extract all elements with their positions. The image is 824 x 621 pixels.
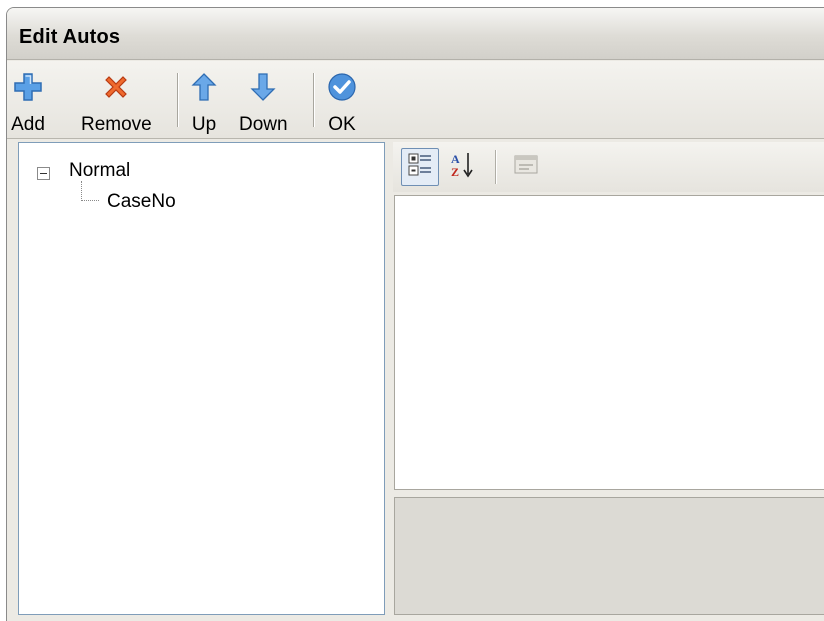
- down-button-label: Down: [239, 114, 288, 135]
- property-help-pane: [394, 497, 824, 615]
- up-button[interactable]: Up: [187, 71, 221, 135]
- check-icon: [325, 71, 359, 103]
- alphabetical-button[interactable]: A Z: [443, 148, 481, 186]
- property-pages-icon: [513, 153, 539, 182]
- add-icon: [11, 71, 45, 103]
- add-button[interactable]: Add: [11, 71, 45, 135]
- categorized-button[interactable]: [401, 148, 439, 186]
- window-title: Edit Autos: [19, 26, 121, 48]
- up-button-label: Up: [191, 114, 217, 135]
- remove-button[interactable]: Remove: [81, 71, 152, 135]
- property-grid-body[interactable]: [394, 195, 824, 490]
- tree-node-caseno[interactable]: CaseNo: [107, 191, 176, 213]
- remove-button-label: Remove: [81, 114, 152, 135]
- edit-autos-window: Edit Autos Add Remove Up Down OK Normal …: [6, 7, 824, 621]
- property-pages-button[interactable]: [507, 148, 545, 186]
- property-grid: A Z: [393, 142, 824, 615]
- down-arrow-icon: [246, 71, 280, 103]
- toolbar-separator: [313, 73, 315, 127]
- tree-node-label: Normal: [69, 160, 131, 181]
- tree-node-label: CaseNo: [107, 191, 176, 212]
- tree-node-normal[interactable]: Normal: [69, 160, 130, 182]
- grid-toolbar-separator: [495, 150, 497, 184]
- remove-icon: [99, 71, 133, 103]
- categorized-icon: [407, 152, 433, 183]
- alphabetical-sort-icon: A Z: [447, 150, 477, 185]
- svg-text:Z: Z: [451, 165, 459, 179]
- tree-connector: [81, 181, 82, 201]
- property-grid-toolbar: A Z: [393, 142, 824, 192]
- ok-button[interactable]: OK: [325, 71, 359, 135]
- tree-connector: [81, 200, 99, 201]
- main-toolbar: Add Remove Up Down OK: [7, 61, 824, 139]
- ok-button-label: OK: [328, 114, 356, 135]
- toolbar-separator: [177, 73, 179, 127]
- down-button[interactable]: Down: [239, 71, 288, 135]
- title-bar: Edit Autos: [7, 8, 824, 60]
- tree-view[interactable]: Normal CaseNo: [18, 142, 385, 615]
- add-button-label: Add: [11, 114, 45, 135]
- collapse-toggle[interactable]: [37, 167, 50, 180]
- svg-text:A: A: [451, 152, 460, 166]
- up-arrow-icon: [187, 71, 221, 103]
